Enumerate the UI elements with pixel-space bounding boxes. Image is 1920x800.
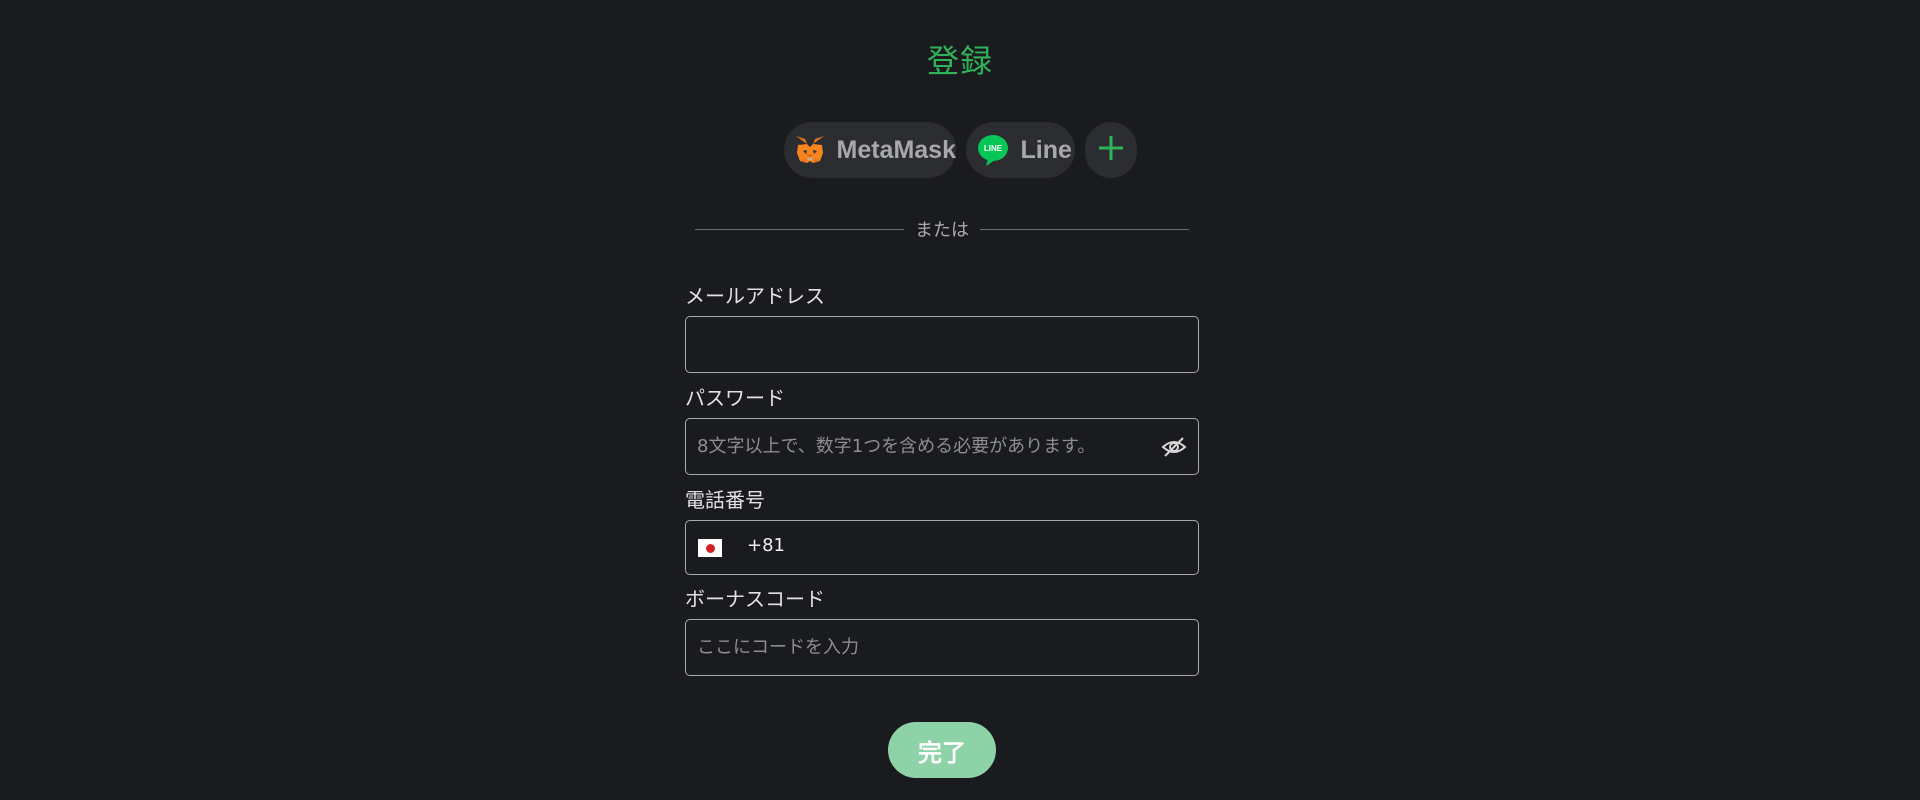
bonus-code-field[interactable] — [686, 620, 1198, 675]
line-logo-icon: LINE — [975, 132, 1011, 168]
bonus-code-field-container — [685, 619, 1199, 676]
divider-text: または — [915, 220, 969, 241]
phone-label: 電話番号 — [685, 488, 765, 512]
email-field[interactable] — [686, 317, 1198, 372]
country-dial-code: +81 — [747, 535, 785, 556]
submit-button[interactable]: 完了 — [888, 722, 996, 778]
more-login-options-button[interactable] — [1084, 122, 1137, 178]
bonus-code-label: ボーナスコード — [685, 587, 825, 611]
metamask-login-button[interactable]: MetaMask — [783, 122, 957, 178]
page-title: 登録 — [926, 42, 993, 80]
line-logo-text: LINE — [983, 144, 1002, 153]
divider-line-left — [695, 228, 904, 230]
phone-field-container[interactable]: +81 — [685, 520, 1199, 575]
line-login-button[interactable]: LINE Line — [965, 122, 1075, 178]
plus-icon — [1097, 134, 1125, 166]
flag-sun — [705, 543, 715, 553]
password-field[interactable] — [686, 419, 1198, 474]
divider-line-right — [980, 228, 1189, 230]
social-login-row: MetaMask LINE Line — [0, 122, 1920, 178]
password-label: パスワード — [685, 386, 785, 410]
eye-slash-icon[interactable] — [1160, 433, 1188, 461]
metamask-fox-icon — [793, 132, 827, 168]
or-divider: または — [695, 217, 1189, 241]
metamask-label: MetaMask — [836, 135, 957, 164]
email-label: メールアドレス — [685, 284, 825, 308]
registration-page: 登録 MetaMask LINE Line または メールアドレス パスワード … — [0, 0, 1920, 800]
japan-flag-icon[interactable] — [698, 539, 722, 557]
password-field-container — [685, 418, 1199, 475]
line-label: Line — [1020, 135, 1072, 164]
email-field-container — [685, 316, 1199, 373]
